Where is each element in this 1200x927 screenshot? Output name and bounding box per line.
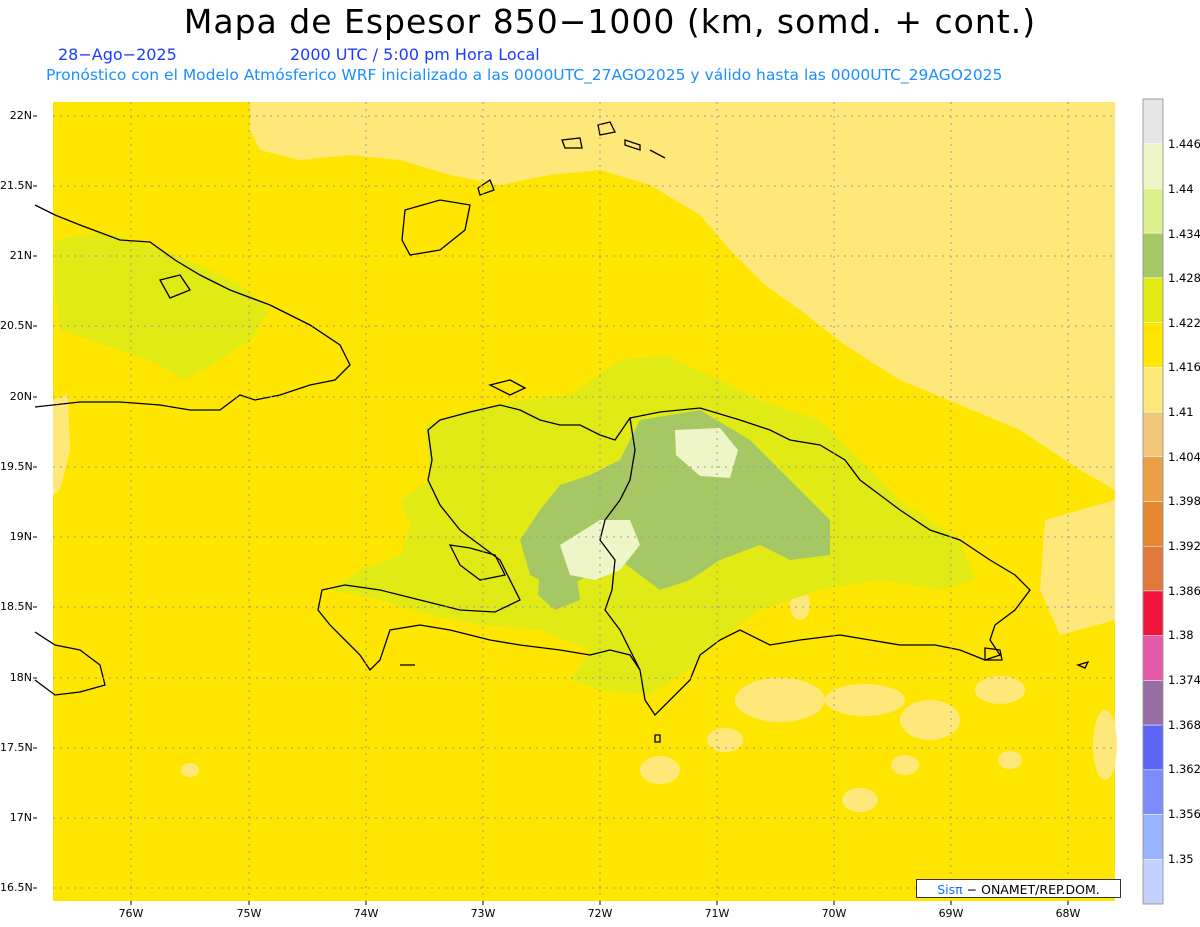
lat-label-20n: 20N <box>9 390 32 403</box>
colorbar-label: 1.428 <box>1168 271 1200 285</box>
colorbar-segment <box>1142 635 1164 681</box>
colorbar-segment <box>1142 232 1164 279</box>
lat-label-18-5n: 18.5N <box>0 600 33 613</box>
colorbar-segment <box>1142 814 1164 860</box>
colorbar-segment <box>1142 367 1164 413</box>
colorbar-label: 1.368 <box>1168 718 1200 732</box>
lat-label-17n: 17N <box>9 811 32 824</box>
colorbar-label: 1.392 <box>1168 539 1200 553</box>
lon-label-71w: 71W <box>704 907 730 920</box>
colorbar-label: 1.398 <box>1168 494 1200 508</box>
colorbar-segment <box>1142 143 1164 189</box>
colorbar-segment <box>1142 188 1164 234</box>
lat-label-16-5n: 16.5N <box>0 881 33 894</box>
lon-label-74w: 74W <box>353 907 379 920</box>
colorbar-label: 1.35 <box>1168 852 1194 866</box>
lat-label-19-5n: 19.5N <box>0 460 33 473</box>
colorbar-segment <box>1142 590 1164 636</box>
colorbar-label: 1.41 <box>1168 405 1194 419</box>
lon-label-69w: 69W <box>938 907 964 920</box>
lon-label-68w: 68W <box>1055 907 1081 920</box>
thickness-map <box>33 98 1164 905</box>
colorbar-segment <box>1142 545 1164 592</box>
lat-label-21n: 21N <box>9 249 32 262</box>
colorbar-label: 1.362 <box>1168 762 1200 776</box>
credit-brand: Sisπ <box>937 882 963 897</box>
colorbar-segment <box>1142 322 1164 368</box>
colorbar-segment <box>1142 411 1164 458</box>
lat-label-18n: 18N <box>9 671 32 684</box>
lon-label-75w: 75W <box>236 907 262 920</box>
colorbar-label: 1.356 <box>1168 807 1200 821</box>
lat-label-19n: 19N <box>9 530 32 543</box>
colorbar-label: 1.386 <box>1168 584 1200 598</box>
colorbar-label: 1.44 <box>1168 182 1194 196</box>
lat-label-21-5n: 21.5N <box>0 179 33 192</box>
colorbar-label: 1.416 <box>1168 360 1200 374</box>
colorbar-segment <box>1142 501 1164 547</box>
colorbar-label: 1.404 <box>1168 450 1200 464</box>
colorbar-segment <box>1142 769 1164 815</box>
colorbar-label: 1.434 <box>1168 227 1200 241</box>
lon-label-70w: 70W <box>821 907 847 920</box>
lon-label-73w: 73W <box>470 907 496 920</box>
colorbar-label: 1.374 <box>1168 673 1200 687</box>
lat-label-20-5n: 20.5N <box>0 319 33 332</box>
colorbar-label: 1.422 <box>1168 316 1200 330</box>
colorbar-segment <box>1142 456 1164 502</box>
lon-label-72w: 72W <box>587 907 613 920</box>
lat-label-17-5n: 17.5N <box>0 741 33 754</box>
colorbar-segment <box>1142 859 1164 905</box>
colorbar-label: 1.446 <box>1168 137 1200 151</box>
colorbar-segment <box>1142 98 1164 144</box>
credit-org: − ONAMET/REP.DOM. <box>962 882 1100 897</box>
colorbar <box>1142 98 1164 905</box>
lat-label-22n: 22N <box>9 109 32 122</box>
credit-box: Sisπ − ONAMET/REP.DOM. <box>916 879 1121 898</box>
colorbar-label: 1.38 <box>1168 628 1194 642</box>
colorbar-segment <box>1142 277 1164 323</box>
lon-label-76w: 76W <box>118 907 144 920</box>
colorbar-segment <box>1142 724 1164 771</box>
colorbar-segment <box>1142 680 1164 726</box>
shade-region-southeast <box>1040 500 1115 635</box>
